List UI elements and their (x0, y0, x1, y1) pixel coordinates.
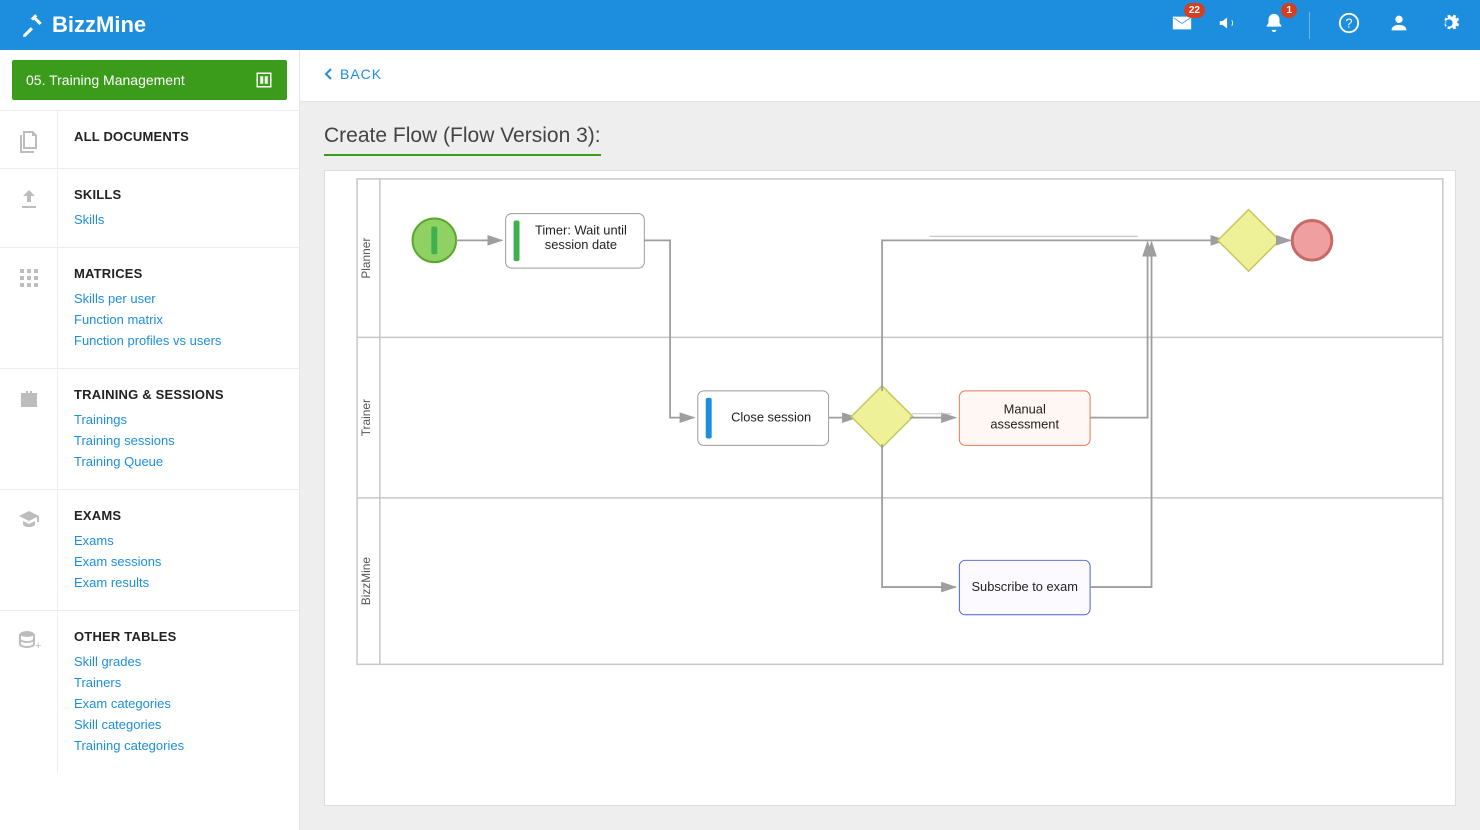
task-timer-label-2: session date (545, 237, 617, 252)
chevron-left-icon (324, 68, 332, 80)
link-training-queue[interactable]: Training Queue (74, 454, 283, 469)
sidebar-section-matrices: MATRICES Skills per user Function matrix… (0, 247, 299, 368)
link-skills[interactable]: Skills (74, 212, 283, 227)
task-manual-label-2: assessment (990, 417, 1059, 432)
link-exams[interactable]: Exams (74, 533, 283, 548)
megaphone-icon[interactable] (1217, 12, 1239, 39)
documents-icon (17, 129, 41, 153)
task-close-session-label: Close session (731, 410, 811, 425)
task-manual-label-1: Manual (1004, 402, 1046, 417)
link-training-categories[interactable]: Training categories (74, 738, 283, 753)
svg-text:?: ? (1345, 15, 1352, 30)
user-icon[interactable] (1388, 12, 1410, 39)
sidebar-section-other: + OTHER TABLES Skill grades Trainers Exa… (0, 610, 299, 773)
link-training-sessions[interactable]: Training sessions (74, 433, 283, 448)
sidebar-header[interactable]: 05. Training Management (12, 60, 287, 100)
link-exam-sessions[interactable]: Exam sessions (74, 554, 283, 569)
upload-icon (17, 187, 41, 211)
lane-bizzmine: BizzMine (359, 557, 373, 606)
section-title: TRAINING & SESSIONS (74, 387, 283, 402)
link-trainers[interactable]: Trainers (74, 675, 283, 690)
sidebar-section-training: TRAINING & SESSIONS Trainings Training s… (0, 368, 299, 489)
mail-badge: 22 (1184, 3, 1205, 18)
pickaxe-icon (20, 12, 46, 38)
breadcrumb-bar: BACK (300, 50, 1480, 102)
settings-icon[interactable] (1438, 12, 1460, 39)
grid-icon (17, 266, 41, 290)
flow-canvas[interactable]: Planner Trainer BizzMine Timer: Wait unt… (324, 170, 1456, 806)
section-title: MATRICES (74, 266, 283, 281)
sidebar-header-icon (255, 71, 273, 89)
link-function-matrix[interactable]: Function matrix (74, 312, 283, 327)
svg-text:Timer: Wait untilsession date: Timer: Wait untilsession date (535, 222, 627, 252)
brand-name: BizzMine (52, 12, 146, 38)
section-title: OTHER TABLES (74, 629, 283, 644)
topbar: BizzMine 22 1 ? (0, 0, 1480, 50)
page-title-wrap: Create Flow (Flow Version 3): (300, 102, 1480, 156)
flow-diagram: Planner Trainer BizzMine Timer: Wait unt… (325, 171, 1455, 805)
link-exam-categories[interactable]: Exam categories (74, 696, 283, 711)
topbar-icon-group-left: 22 1 (1171, 12, 1310, 39)
section-title: EXAMS (74, 508, 283, 523)
bell-icon[interactable]: 1 (1263, 12, 1285, 39)
gateway-2[interactable] (1218, 210, 1280, 272)
help-icon[interactable]: ? (1338, 12, 1360, 39)
bell-badge: 1 (1281, 3, 1297, 18)
task-subscribe-label: Subscribe to exam (971, 579, 1078, 594)
topbar-icons: 22 1 ? (1171, 12, 1460, 39)
back-button[interactable]: BACK (324, 66, 382, 82)
link-function-profiles-vs-users[interactable]: Function profiles vs users (74, 333, 283, 348)
gateway-1[interactable] (851, 386, 913, 448)
graduation-icon (17, 508, 41, 532)
lane-trainer: Trainer (359, 399, 373, 436)
page-title: Create Flow (Flow Version 3): (324, 124, 601, 156)
sidebar-header-label: 05. Training Management (26, 72, 185, 88)
sidebar: 05. Training Management ALL DOCUMENTS SK… (0, 50, 300, 830)
link-skill-categories[interactable]: Skill categories (74, 717, 283, 732)
database-icon: + (17, 629, 41, 653)
lane-planner: Planner (359, 238, 373, 279)
task-timer-label-1: Timer: Wait until (535, 222, 627, 237)
sidebar-section-skills: SKILLS Skills (0, 168, 299, 247)
brand-logo: BizzMine (20, 12, 146, 38)
link-skill-grades[interactable]: Skill grades (74, 654, 283, 669)
end-event[interactable] (1292, 221, 1332, 261)
app-body: 05. Training Management ALL DOCUMENTS SK… (0, 50, 1480, 830)
back-label: BACK (340, 66, 382, 82)
section-title[interactable]: ALL DOCUMENTS (74, 129, 283, 144)
svg-text:+: + (35, 640, 41, 652)
link-exam-results[interactable]: Exam results (74, 575, 283, 590)
link-skills-per-user[interactable]: Skills per user (74, 291, 283, 306)
sidebar-section-exams: EXAMS Exams Exam sessions Exam results (0, 489, 299, 610)
section-title: SKILLS (74, 187, 283, 202)
briefcase-icon (17, 387, 41, 411)
sidebar-section-all-documents: ALL DOCUMENTS (0, 110, 299, 168)
main-content: BACK Create Flow (Flow Version 3): Plann… (300, 50, 1480, 830)
link-trainings[interactable]: Trainings (74, 412, 283, 427)
mail-icon[interactable]: 22 (1171, 12, 1193, 39)
